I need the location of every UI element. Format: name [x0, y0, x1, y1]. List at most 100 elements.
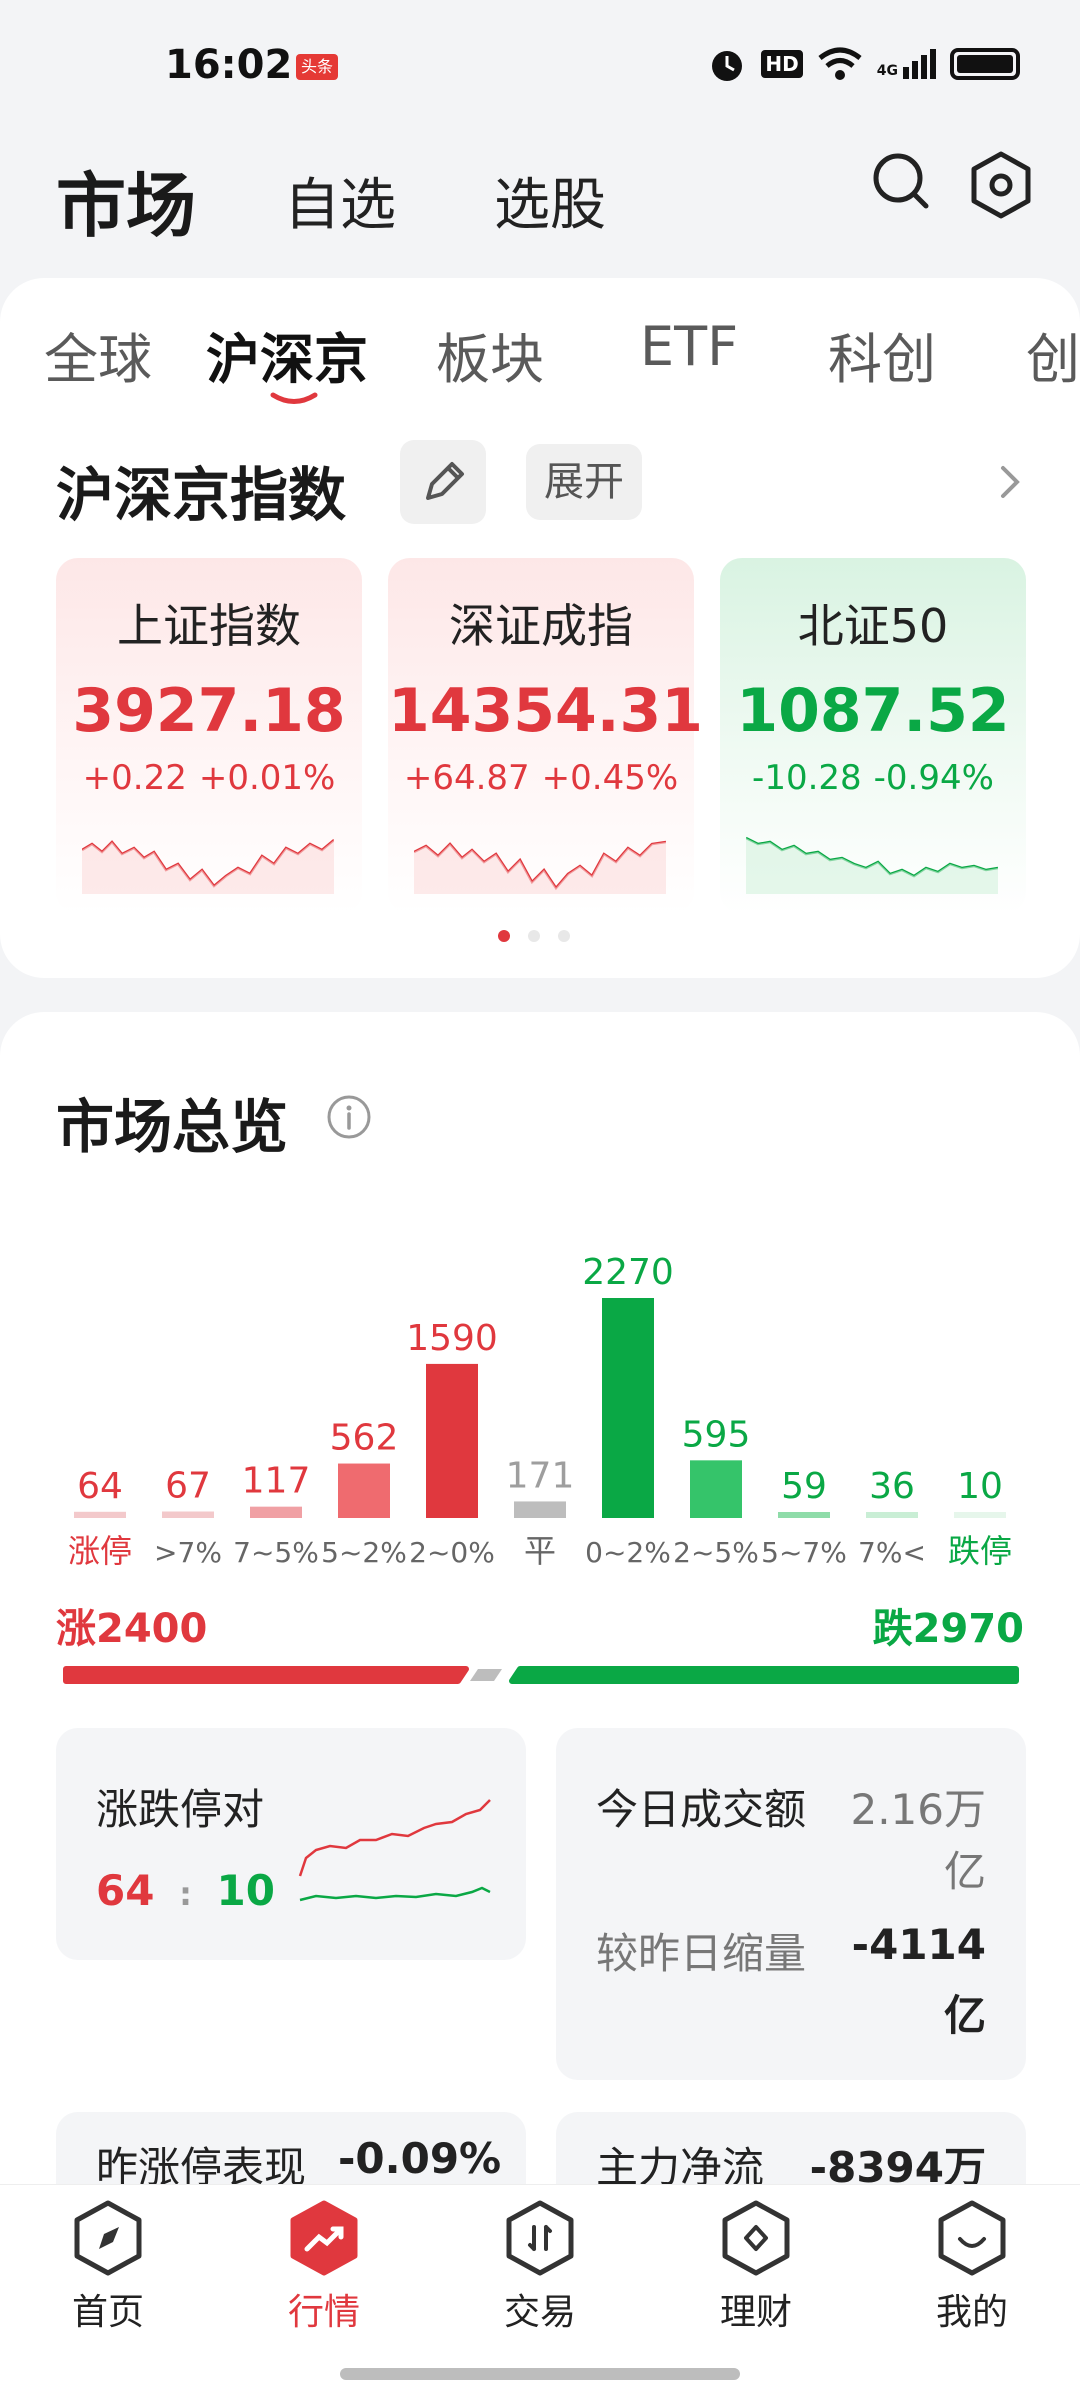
index-change: +64.87 +0.45% — [403, 758, 679, 798]
bar — [338, 1463, 390, 1518]
limit-up-down-card[interactable]: 涨跌停对 64 : 10 — [56, 1728, 526, 1960]
page-title: 市场 — [56, 165, 196, 247]
chevron-right-icon[interactable] — [995, 462, 1025, 502]
bar — [954, 1512, 1006, 1518]
bar-value-label: 1590 — [406, 1318, 498, 1359]
bar-value-label: 10 — [957, 1466, 1003, 1507]
exchange-icon — [506, 2200, 574, 2276]
wealth-icon — [722, 2200, 790, 2276]
turnover-label: 今日成交额 — [596, 1785, 807, 1834]
subtab-hushenjing[interactable]: 沪深京 — [206, 315, 368, 394]
index-sparkline — [414, 840, 666, 894]
bar-category-label: 平 — [524, 1532, 556, 1570]
limit-ratio: 64 : 10 — [96, 1866, 275, 1915]
indices-section-title: 沪深京指数 — [56, 461, 347, 529]
bar-value-label: 67 — [165, 1466, 211, 1507]
bar-value-label: 171 — [506, 1455, 575, 1496]
bar — [74, 1511, 126, 1518]
limit-card-title: 涨跌停对 — [96, 1785, 265, 1834]
index-sparkline — [82, 839, 334, 894]
limit-trend-chart — [298, 1799, 491, 1902]
index-card-shanghai[interactable]: 上证指数 3927.18 +0.22 +0.01% — [56, 558, 362, 914]
subtab-etf[interactable]: ETF — [640, 315, 738, 378]
carousel-dot — [558, 930, 570, 942]
index-change: +0.22 +0.01% — [82, 758, 336, 798]
nav-wealth[interactable]: 理财 — [691, 2199, 821, 2335]
info-icon[interactable] — [326, 1094, 372, 1140]
bar-category-label: 0~2% — [585, 1536, 671, 1569]
subtab-sectors[interactable]: 板块 — [436, 315, 544, 394]
bar-value-label: 59 — [781, 1466, 827, 1507]
nav-home[interactable]: 首页 — [43, 2199, 173, 2335]
bar — [250, 1506, 302, 1518]
expand-button[interactable]: 展开 — [526, 444, 642, 520]
limit-down-count: 10 — [216, 1866, 275, 1915]
bar-category-label: 2~5% — [673, 1536, 759, 1569]
index-name: 北证50 — [797, 599, 949, 653]
fall-count: 跌2970 — [872, 1606, 1024, 1652]
carousel-dot — [528, 930, 540, 942]
bar — [778, 1512, 830, 1518]
trend-icon — [290, 2200, 358, 2276]
compass-icon — [74, 2200, 142, 2276]
bar-category-label: 5~7% — [761, 1536, 847, 1569]
index-name: 深证成指 — [449, 599, 633, 653]
home-indicator — [340, 2368, 740, 2380]
bar-value-label: 64 — [77, 1466, 123, 1507]
carousel-indicator — [498, 930, 570, 942]
edit-button[interactable] — [400, 440, 486, 524]
bar-value-label: 117 — [242, 1461, 311, 1502]
turnover-unit: 亿 — [943, 1847, 986, 1896]
turnover-card[interactable]: 今日成交额 2.16万 亿 较昨日缩量 -4114 亿 — [556, 1728, 1026, 2080]
index-value: 14354.31 — [388, 676, 704, 746]
subtab-global[interactable]: 全球 — [44, 315, 152, 394]
index-change: -10.28 -0.94% — [752, 758, 994, 798]
compare-label: 较昨日缩量 — [596, 1929, 807, 1978]
index-value: 3927.18 — [72, 676, 346, 746]
rise-fall-ratio-bar — [63, 1666, 1019, 1684]
compare-unit: 亿 — [943, 1991, 986, 2040]
index-value: 1087.52 — [736, 676, 1010, 746]
index-card-shenzhen[interactable]: 深证成指 14354.31 +64.87 +0.45% — [388, 558, 704, 914]
bar — [426, 1363, 478, 1518]
index-name: 上证指数 — [117, 599, 301, 653]
yesterday-value: -0.09% — [338, 2134, 502, 2183]
bar-category-label: >7% — [154, 1536, 222, 1569]
hd-icon: HD — [761, 50, 803, 78]
search-icon[interactable] — [870, 150, 930, 210]
subtab-star-market[interactable]: 科创 — [828, 315, 936, 394]
bar-value-label: 2270 — [582, 1252, 674, 1293]
index-sparkline — [746, 836, 998, 894]
bar — [866, 1512, 918, 1518]
rise-count: 涨2400 — [56, 1606, 208, 1652]
status-icons: HD 4G — [707, 44, 1020, 84]
bar-category-label: 2~0% — [409, 1536, 495, 1569]
nav-trade[interactable]: 交易 — [475, 2199, 605, 2335]
battery-icon — [950, 48, 1020, 80]
bar-value-label: 595 — [682, 1414, 751, 1455]
subtab-chinext[interactable]: 创 — [1026, 315, 1080, 394]
limit-up-count: 64 — [96, 1866, 155, 1915]
overview-title: 市场总览 — [56, 1093, 289, 1161]
carousel-dot — [498, 930, 510, 942]
nav-profile[interactable]: 我的 — [907, 2199, 1037, 2335]
index-card-beizheng[interactable]: 北证50 1087.52 -10.28 -0.94% — [720, 558, 1026, 914]
turnover-value: 2.16万 — [850, 1785, 986, 1834]
bar-value-label: 562 — [330, 1418, 399, 1459]
bar-category-label: 跌停 — [948, 1532, 1012, 1570]
bar-category-label: 5~2% — [321, 1536, 407, 1569]
tab-watchlist[interactable]: 自选 — [284, 160, 396, 241]
bar — [690, 1460, 742, 1518]
nav-market[interactable]: 行情 — [259, 2199, 389, 2335]
tab-stock-picker[interactable]: 选股 — [494, 160, 606, 241]
bar-category-label: 7%< — [858, 1536, 926, 1569]
bar — [162, 1511, 214, 1518]
pencil-icon — [426, 462, 464, 500]
bar-value-label: 36 — [869, 1466, 915, 1507]
bar — [514, 1501, 566, 1518]
profile-icon — [938, 2200, 1006, 2276]
app-badge: 头条 — [296, 54, 338, 80]
compare-value: -4114 — [851, 1920, 986, 1969]
settings-icon[interactable] — [966, 150, 1036, 220]
bar — [602, 1298, 654, 1518]
